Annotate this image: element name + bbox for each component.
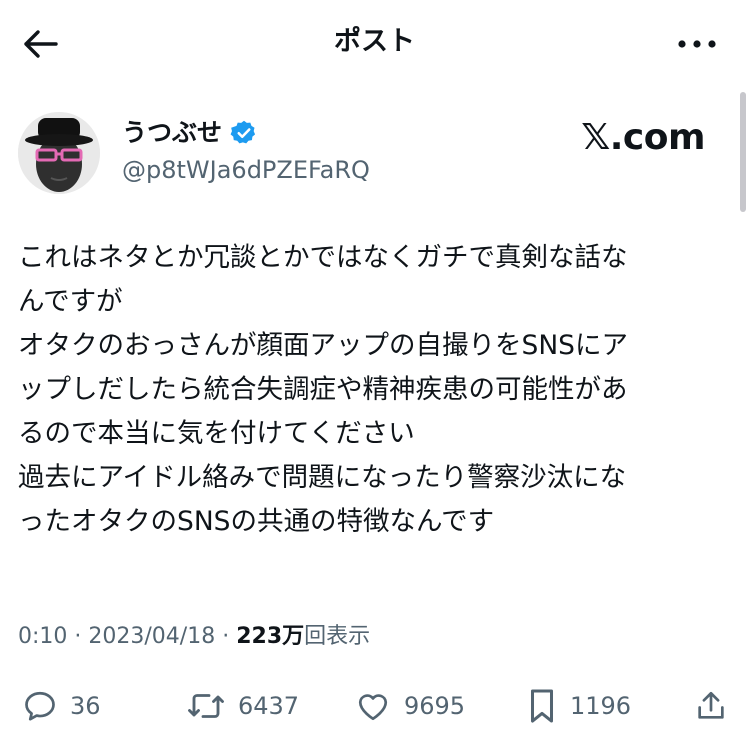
repost-button[interactable]: 6437 <box>186 682 299 730</box>
reply-icon <box>25 691 55 721</box>
author-handle[interactable]: @p8tWJa6dPZEFaRQ <box>122 153 370 187</box>
tweet-meta: 0:10 · 2023/04/18 · 223万回表示 <box>18 618 370 656</box>
meta-separator: · <box>222 624 230 649</box>
more-horizontal-icon <box>678 40 716 48</box>
tweet-text-line: 過去にアイドル絡みで問題になったり警察沙汰にな <box>18 462 627 493</box>
tweet-text-line: んですが <box>18 286 123 317</box>
share-button[interactable] <box>694 682 728 730</box>
tweet-text-line: ったオタクのSNSの共通の特徴なんです <box>18 506 495 537</box>
top-bar: ポスト <box>0 0 749 90</box>
reply-button[interactable]: 36 <box>22 682 101 730</box>
author-display-name[interactable]: うつぶせ <box>122 115 258 151</box>
tweet-text-line: ップしだしたら統合失調症や精神疾患の可能性があ <box>18 374 628 405</box>
heart-icon <box>358 694 388 721</box>
avatar-image <box>18 112 100 194</box>
meta-separator: · <box>74 624 82 649</box>
reply-count: 36 <box>70 692 101 720</box>
bookmark-count: 1196 <box>570 692 632 720</box>
tweet-text-line: オタクのおっさんが顔面アップの自撮りをSNSにア <box>18 330 628 361</box>
tweet-text-line: これはネタとか冗談とかではなくガチで真剣な話な <box>18 242 628 273</box>
page-title: ポスト <box>334 26 415 57</box>
views-count: 223万 <box>236 624 305 649</box>
repost-count: 6437 <box>238 692 300 720</box>
avatar[interactable] <box>18 112 100 194</box>
tweet-date[interactable]: 2023/04/18 <box>88 624 215 649</box>
share-icon <box>698 691 724 719</box>
like-button[interactable]: 9695 <box>354 682 465 730</box>
more-options-button[interactable] <box>675 26 719 62</box>
action-bar: 36 6437 9695 1196 <box>0 682 749 730</box>
author-name-text: うつぶせ <box>122 118 223 147</box>
scrollbar[interactable] <box>740 92 746 212</box>
repost-icon <box>188 694 224 718</box>
verified-badge-icon <box>230 119 258 147</box>
like-count: 9695 <box>404 692 466 720</box>
bookmark-icon <box>530 689 554 723</box>
views-label: 回表示 <box>304 624 371 649</box>
bookmark-button[interactable]: 1196 <box>526 682 631 730</box>
tweet-text-line: るので本当に気を付けてください <box>18 418 415 449</box>
tweet-time[interactable]: 0:10 <box>18 624 67 649</box>
tweet-text: これはネタとか冗談とかではなくガチで真剣な話な んですが オタクのおっさんが顔面… <box>18 236 718 544</box>
x-com-logo: 𝕏.com <box>581 117 705 158</box>
